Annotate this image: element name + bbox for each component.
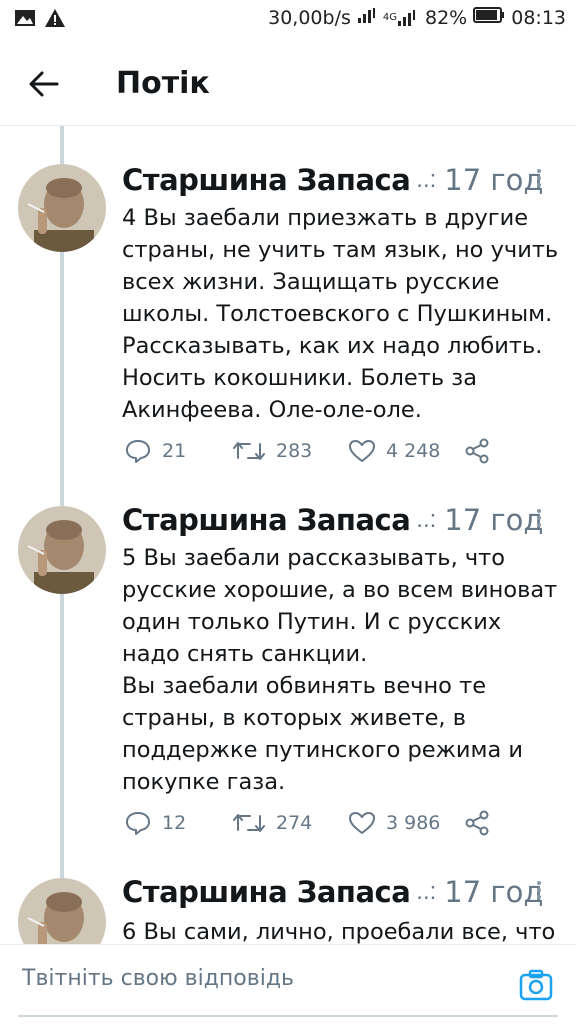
retweet-icon xyxy=(233,814,265,832)
tweet-time: 17 год xyxy=(444,875,544,909)
like-button[interactable]: 3 986 xyxy=(348,810,440,836)
handle-ellipsis: ..: xyxy=(416,878,437,905)
tweet[interactable]: Старшина Запаса ..: 17 год 5 Вы заебали … xyxy=(0,496,576,866)
reply-button[interactable]: 12 xyxy=(124,810,186,836)
reply-input[interactable]: Твітніть свою відповідь xyxy=(22,959,492,999)
reply-count: 21 xyxy=(162,440,187,462)
tweet-time: 17 год xyxy=(444,503,544,537)
author-name[interactable]: Старшина Запаса xyxy=(122,163,411,197)
more-options-icon[interactable] xyxy=(534,506,544,534)
like-count: 3 986 xyxy=(386,812,441,834)
heart-icon xyxy=(349,812,375,834)
reply-icon xyxy=(126,812,150,835)
page-title: Потік xyxy=(116,66,210,101)
more-options-icon[interactable] xyxy=(534,166,544,194)
gallery-icon xyxy=(14,8,36,33)
battery-percent: 82% xyxy=(425,6,468,29)
reply-icon xyxy=(126,440,150,463)
battery-icon xyxy=(473,6,505,29)
tweet-actions: 12 274 3 986 xyxy=(122,810,562,846)
app-header: Потік xyxy=(0,40,576,126)
like-count: 4 248 xyxy=(386,440,441,462)
reply-bar: Твітніть свою відповідь xyxy=(0,944,576,1024)
share-button[interactable] xyxy=(464,810,490,836)
tweet-text: 5 Вы заебали рассказывать, что русские х… xyxy=(122,545,558,795)
share-icon xyxy=(465,810,489,836)
retweet-icon xyxy=(233,442,265,460)
network-type: 4G xyxy=(382,12,397,23)
more-options-icon[interactable] xyxy=(534,878,544,906)
tweet-text: 4 Вы заебали приезжать в другие страны, … xyxy=(122,205,559,423)
avatar[interactable] xyxy=(18,164,106,252)
camera-icon xyxy=(519,969,553,1001)
avatar[interactable] xyxy=(18,506,106,594)
arrow-left-icon xyxy=(29,71,59,97)
retweet-count: 283 xyxy=(276,440,313,462)
signal-icon xyxy=(357,6,377,29)
signal-4g-icon: 4G xyxy=(383,9,419,27)
tweet[interactable]: Старшина Запаса ..: 17 год 4 Вы заебали … xyxy=(0,126,576,496)
tweet[interactable]: Старшина Запаса ..: 17 год 6 Вы сами, ли… xyxy=(0,866,576,944)
tweet-time: 17 год xyxy=(444,163,544,197)
share-button[interactable] xyxy=(464,438,490,464)
warning-icon xyxy=(44,8,66,33)
reply-button[interactable]: 21 xyxy=(124,438,186,464)
status-bar: 30,00b/s 4G 82% 08:13 xyxy=(0,0,576,40)
author-name[interactable]: Старшина Запаса xyxy=(122,503,411,537)
retweet-button[interactable]: 274 xyxy=(232,810,312,836)
handle-ellipsis: ..: xyxy=(416,506,437,533)
retweet-count: 274 xyxy=(276,812,313,834)
back-button[interactable] xyxy=(22,62,66,106)
avatar[interactable] xyxy=(18,878,106,944)
reply-underline xyxy=(18,1015,558,1017)
camera-button[interactable] xyxy=(518,967,554,1003)
tweet-text: 6 Вы сами, лично, проебали все, что xyxy=(122,919,556,944)
clock: 08:13 xyxy=(511,6,566,29)
reply-count: 12 xyxy=(162,812,187,834)
tweet-actions: 21 283 4 248 xyxy=(122,438,562,474)
retweet-button[interactable]: 283 xyxy=(232,438,312,464)
author-name[interactable]: Старшина Запаса xyxy=(122,875,411,909)
like-button[interactable]: 4 248 xyxy=(348,438,440,464)
handle-ellipsis: ..: xyxy=(416,166,437,193)
network-speed: 30,00b/s xyxy=(268,6,351,29)
share-icon xyxy=(465,438,489,464)
heart-icon xyxy=(349,440,375,462)
